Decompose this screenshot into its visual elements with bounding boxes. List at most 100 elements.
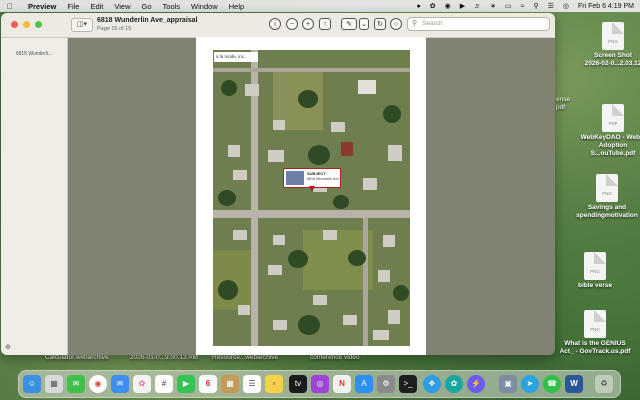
desktop-icon-label: Act_ - GovTrack.us.pdf <box>559 348 631 355</box>
menu-view[interactable]: View <box>114 2 130 11</box>
menu-go[interactable]: Go <box>142 2 152 11</box>
dock-settings-icon[interactable]: ⚙ <box>377 375 395 393</box>
desktop-icon-genius[interactable]: PNG What is the GENIUS Act_ - GovTrack.u… <box>559 310 631 356</box>
dock-mail-icon[interactable]: ✉ <box>111 375 129 393</box>
desktop-file-label[interactable]: Resource...webarchive <box>212 354 278 361</box>
dock-terminal-icon[interactable]: >_ <box>399 375 417 393</box>
play-icon[interactable]: ▶ <box>460 2 465 10</box>
dock-preview-icon[interactable]: ▣ <box>499 375 517 393</box>
search-placeholder: Search <box>422 20 443 27</box>
aerial-map-image <box>213 50 410 346</box>
desktop-icon-label: bible verse <box>578 282 612 289</box>
highlight-button[interactable]: ○ <box>390 18 402 30</box>
dock-photos-icon[interactable]: ✿ <box>133 375 151 393</box>
chevron-down-icon: ⌄ <box>361 21 367 28</box>
close-button[interactable] <box>11 21 18 28</box>
subject-marker: SUBJECT 6818 Wunderlin Ave <box>283 168 341 192</box>
desktop-icon-label: WebKeyDAO - Web 3 <box>580 134 640 141</box>
desktop-icon-label: Screen Shot <box>594 52 632 59</box>
menu-help[interactable]: Help <box>229 2 244 11</box>
game-controller-icon[interactable]: ● <box>416 3 420 10</box>
desktop-file-label[interactable]: conference video <box>310 354 360 361</box>
dock-appletv-icon[interactable]: tv <box>289 375 307 393</box>
document-title: 6818 Wunderlin Ave_appraisal <box>97 17 198 24</box>
sidebar-thumbnail-label[interactable]: 6818 Wunderli... <box>1 51 67 57</box>
sidebar-icon: ◫▾ <box>76 21 88 28</box>
control-center-icon[interactable]: ☰ <box>548 2 554 10</box>
png-file-icon: PNG <box>584 252 606 280</box>
desktop-file-label[interactable]: Calculator.webarchive <box>45 354 109 361</box>
dock-news-icon[interactable]: N <box>333 375 351 393</box>
sidebar-toggle-button[interactable]: ◫▾ <box>71 18 93 32</box>
zoom-out-button[interactable]: − <box>286 18 298 30</box>
dock-chatgpt-icon[interactable]: ✿ <box>445 375 463 393</box>
siri-icon[interactable]: ◎ <box>563 2 569 10</box>
dock-stickies-icon[interactable]: ▫ <box>265 375 283 393</box>
desktop-icon-savings[interactable]: PNG Savings and spendingmotivation <box>571 174 640 220</box>
record-icon[interactable]: ◉ <box>445 2 451 10</box>
png-file-icon: PNG <box>584 310 606 338</box>
apple-menu-icon[interactable]:  <box>7 2 17 11</box>
spotlight-icon[interactable]: ⚲ <box>533 2 538 10</box>
share-button[interactable]: ↑ <box>319 18 331 30</box>
highlight-icon: ○ <box>393 21 399 28</box>
markup-button[interactable]: ✎ <box>341 18 357 30</box>
dock-reminders-icon[interactable]: ☰ <box>243 375 261 393</box>
battery-icon[interactable]: ▭ <box>505 2 512 10</box>
desktop-icon-bible-verse[interactable]: PNG bible verse <box>559 252 631 290</box>
desktop-file-label[interactable]: 2026-01-0...9.00.13 AM <box>130 354 198 361</box>
desktop-icon-webkeydao[interactable]: PDF WebKeyDAO - Web 3 Adoption S...ouTub… <box>577 104 640 158</box>
desktop-icon-label: 2026-02-0...2.03.12 <box>584 60 640 67</box>
search-icon: ⚲ <box>412 20 418 27</box>
pen-icon: ✎ <box>346 21 352 28</box>
partial-desktop-label[interactable]: ense <box>556 96 570 103</box>
dock-messages-icon[interactable]: ✉ <box>67 375 85 393</box>
bluetooth-icon[interactable]: ∗ <box>490 2 496 10</box>
subject-address: 6818 Wunderlin Ave <box>307 177 340 181</box>
dock-safari-icon[interactable]: ❖ <box>423 375 441 393</box>
dock-chrome-icon[interactable]: ◉ <box>89 375 107 393</box>
volume-icon[interactable]: ♬ <box>474 3 481 10</box>
thumbnail-sidebar: 6818 Wunderli... ⊕ <box>1 38 68 355</box>
menu-edit[interactable]: Edit <box>90 2 103 11</box>
markup-menu-button[interactable]: ⌄ <box>359 18 369 30</box>
menu-file[interactable]: File <box>67 2 79 11</box>
subject-photo <box>286 171 304 185</box>
menubar-clock[interactable]: Fri Feb 6 4:19 PM <box>578 3 634 10</box>
dock-finder-icon[interactable]: ☺ <box>23 375 41 393</box>
dock-calendar-icon[interactable]: 6 <box>199 375 217 393</box>
dock-whatsapp-icon[interactable]: ☎ <box>543 375 561 393</box>
subject-label: SUBJECT <box>307 171 326 176</box>
info-button[interactable]: i <box>269 18 281 30</box>
rotate-button[interactable]: ↻ <box>374 18 386 30</box>
dock-trash-icon[interactable]: ♻ <box>595 375 613 393</box>
png-file-icon: PNG <box>596 174 618 202</box>
chatgpt-icon[interactable]: ✿ <box>430 2 436 10</box>
png-file-icon: PNG <box>602 22 624 50</box>
dock-facetime-icon[interactable]: ▶ <box>177 375 195 393</box>
dock-launchpad-icon[interactable]: ▦ <box>45 375 63 393</box>
dock-appstore-icon[interactable]: A <box>355 375 373 393</box>
dock-podcasts-icon[interactable]: ◎ <box>311 375 329 393</box>
wifi-icon[interactable]: ≈ <box>521 3 525 10</box>
dock-word-icon[interactable]: W <box>565 375 583 393</box>
menu-tools[interactable]: Tools <box>163 2 181 11</box>
add-icon[interactable]: ⊕ <box>5 343 11 351</box>
partial-desktop-label[interactable]: pdf <box>556 104 565 111</box>
menu-window[interactable]: Window <box>191 2 218 11</box>
dock-messenger-icon[interactable]: ⚡ <box>467 375 485 393</box>
desktop-icon-label: spendingmotivation <box>576 212 638 219</box>
zoom-button[interactable] <box>35 21 42 28</box>
dock-slack-icon[interactable]: # <box>155 375 173 393</box>
menu-app-name[interactable]: Preview <box>28 2 56 11</box>
pdf-file-icon: PDF <box>602 104 624 132</box>
page-indicator: Page 15 of 15 <box>97 26 132 32</box>
dock-notes-icon[interactable]: ▦ <box>221 375 239 393</box>
desktop-icon-screenshot[interactable]: PNG Screen Shot 2026-02-0...2.03.12 <box>577 22 640 68</box>
zoom-in-button[interactable]: + <box>302 18 314 30</box>
search-input[interactable]: ⚲ Search <box>407 17 550 31</box>
minimize-button[interactable] <box>23 21 30 28</box>
status-area: ● ✿ ◉ ▶ ♬ ∗ ▭ ≈ ⚲ ☰ ◎ Fri Feb 6 4:19 PM <box>416 0 634 12</box>
dock-telegram-icon[interactable]: ➤ <box>521 375 539 393</box>
dock: ☺ ▦ ✉ ◉ ✉ ✿ # ▶ 6 ▦ ☰ ▫ tv ◎ N A ⚙ >_ ❖ … <box>18 370 621 398</box>
